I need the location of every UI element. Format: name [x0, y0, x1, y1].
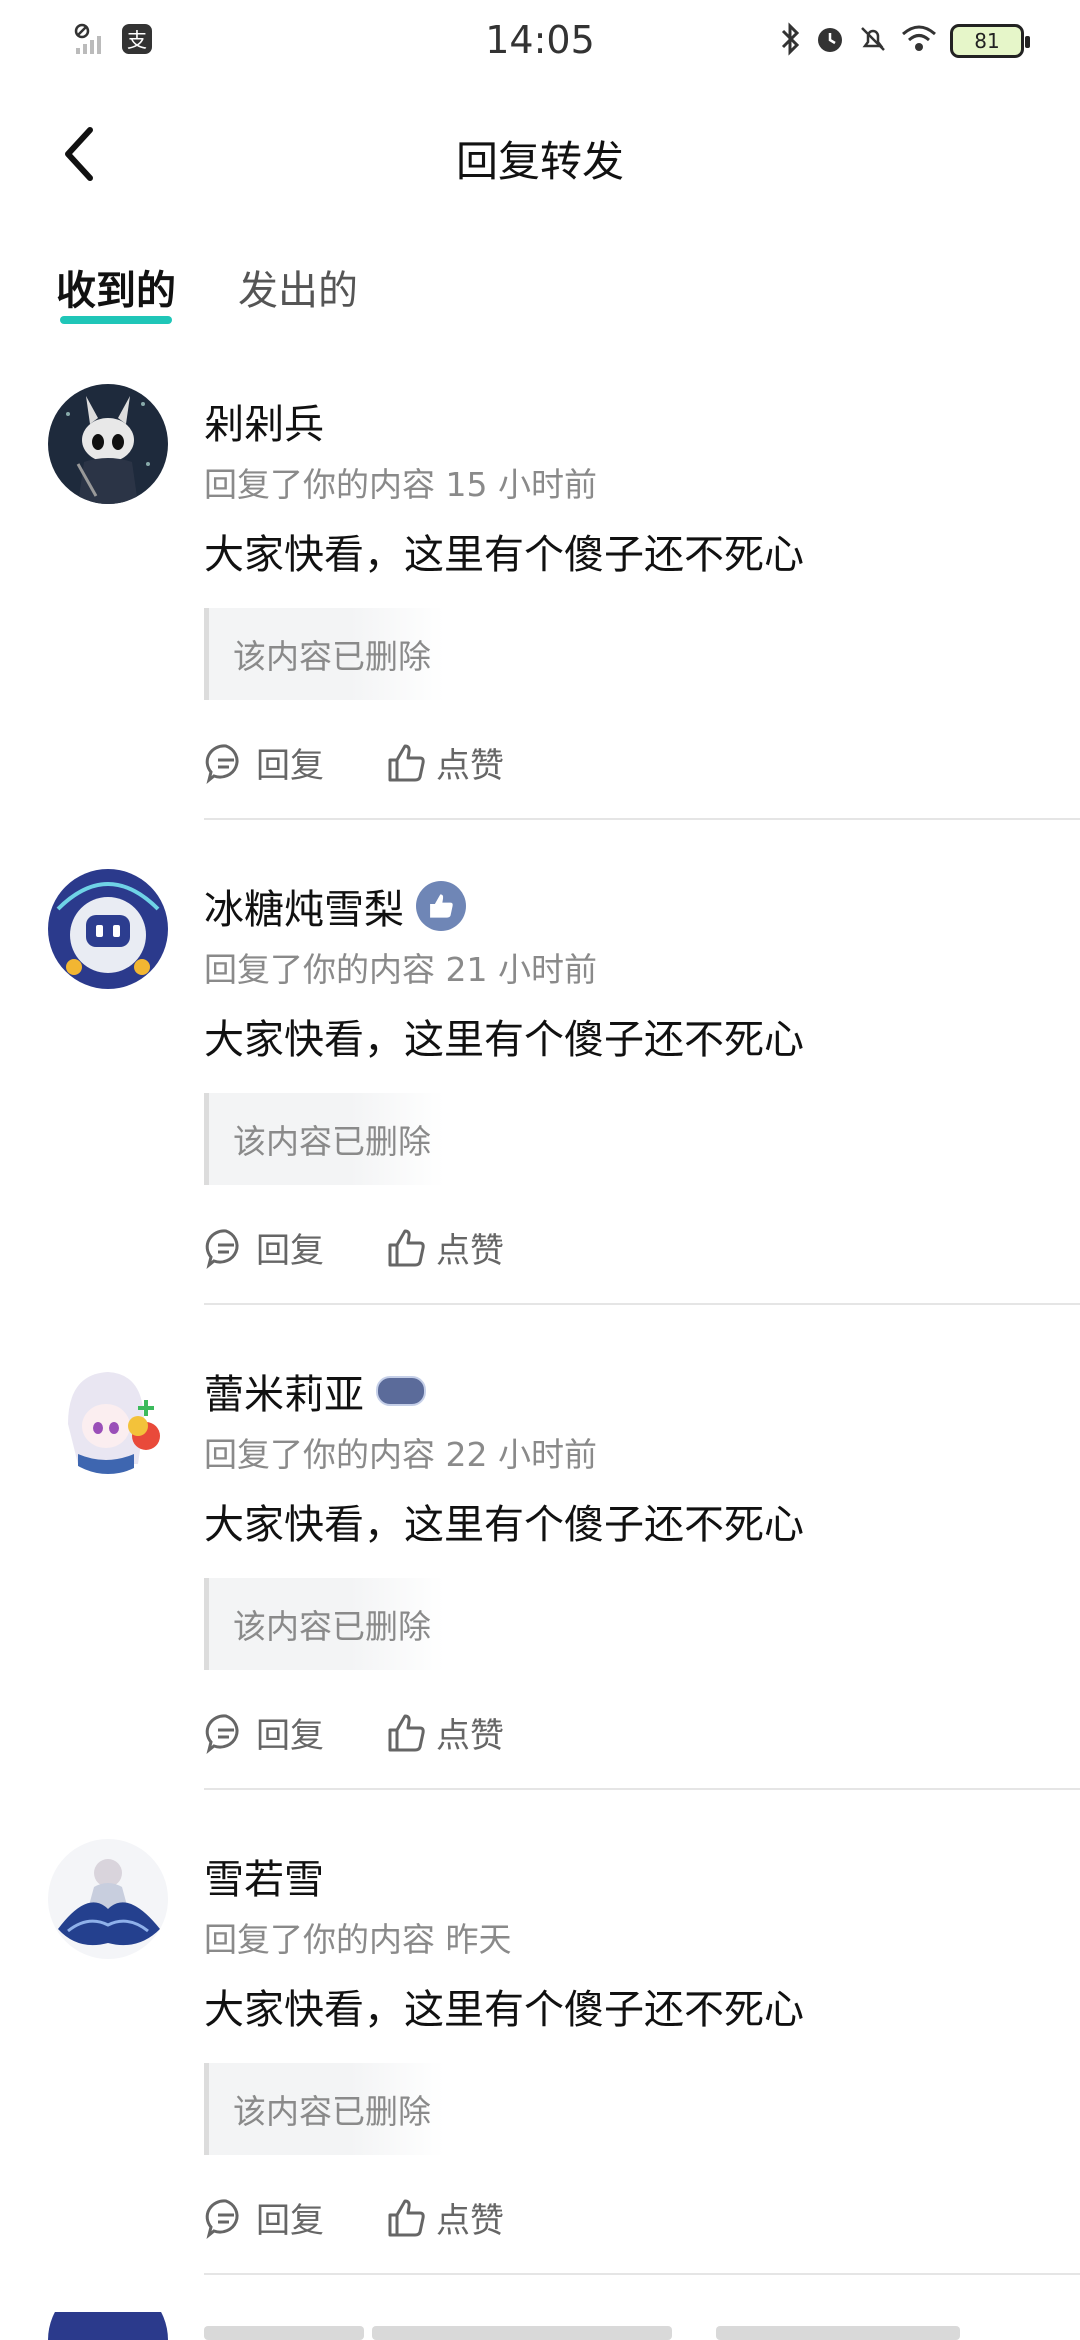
list-item[interactable]: 剁剁兵 回复了你的内容 15 小时前 大家快看，这里有个傻子还不死心 该内容已删…: [0, 372, 1080, 857]
reply-button[interactable]: 回复: [204, 2193, 324, 2242]
like-label: 点赞: [436, 2201, 504, 2241]
action-bar: 回复 点赞: [204, 738, 504, 787]
divider: [204, 2273, 1080, 2275]
quoted-content[interactable]: 该内容已删除: [204, 1578, 444, 1670]
reply-meta: 回复了你的内容 15 小时前: [204, 465, 597, 504]
tab-active-indicator: [60, 316, 172, 324]
tab-bar: 收到的 发出的: [56, 258, 358, 326]
divider: [204, 1303, 1080, 1305]
avatar[interactable]: [48, 869, 168, 989]
user-name[interactable]: 蕾米莉亚: [204, 1362, 364, 1420]
reply-text[interactable]: 大家快看，这里有个傻子还不死心: [204, 1007, 804, 1065]
tab-sent[interactable]: 发出的: [238, 258, 358, 326]
user-name[interactable]: 雪若雪: [204, 1847, 324, 1905]
list-item-partial[interactable]: [0, 2280, 1080, 2340]
list-item[interactable]: 蕾米莉亚 回复了你的内容 22 小时前 大家快看，这里有个傻子还不死心 该内容已…: [0, 1342, 1080, 1827]
comment-icon: [205, 743, 239, 784]
tab-received[interactable]: 收到的: [56, 258, 176, 326]
page-title: 回复转发: [455, 137, 624, 186]
like-button[interactable]: 点赞: [384, 1223, 504, 1272]
list-item[interactable]: 冰糖炖雪梨 回复了你的内容 21 小时前 大家快看，这里有个傻子还不死心 该内容…: [0, 857, 1080, 1342]
quoted-content[interactable]: 该内容已删除: [204, 2063, 444, 2155]
comment-icon: [205, 1228, 239, 1269]
divider: [204, 1788, 1080, 1790]
thumbs-up-icon: [388, 1229, 425, 1266]
name-row: 剁剁兵: [204, 392, 324, 450]
wifi-icon: [900, 22, 938, 60]
thumbs-up-icon: [388, 1714, 425, 1751]
name-row: 冰糖炖雪梨: [204, 877, 466, 935]
avatar[interactable]: [48, 384, 168, 504]
like-label: 点赞: [436, 1716, 504, 1756]
like-button[interactable]: 点赞: [384, 2193, 504, 2242]
tab-label: 收到的: [56, 268, 176, 314]
battery-level: 81: [974, 29, 1000, 53]
reply-label: 回复: [256, 746, 324, 786]
quoted-content[interactable]: 该内容已删除: [204, 1093, 444, 1185]
like-button[interactable]: 点赞: [384, 1708, 504, 1757]
reply-meta: 回复了你的内容 21 小时前: [204, 950, 597, 989]
thumbs-up-icon: [388, 744, 425, 781]
name-row: 蕾米莉亚: [204, 1362, 426, 1420]
divider: [204, 818, 1080, 820]
like-label: 点赞: [436, 746, 504, 786]
reply-meta: 回复了你的内容 昨天: [204, 1920, 512, 1959]
battery-icon: 81: [950, 24, 1030, 58]
reply-label: 回复: [256, 1716, 324, 1756]
avatar[interactable]: [48, 1839, 168, 1959]
alarm-icon: [814, 22, 846, 60]
action-bar: 回复 点赞: [204, 1708, 504, 1757]
reply-text[interactable]: 大家快看，这里有个傻子还不死心: [204, 1492, 804, 1550]
user-name[interactable]: 冰糖炖雪梨: [204, 877, 404, 935]
app-header: 回复转发: [0, 110, 1080, 200]
like-badge-icon: [416, 881, 466, 931]
reply-label: 回复: [256, 2201, 324, 2241]
tab-label: 发出的: [238, 268, 358, 314]
like-label: 点赞: [436, 1231, 504, 1271]
comment-icon: [205, 1713, 239, 1754]
quoted-content[interactable]: 该内容已删除: [204, 608, 444, 700]
like-button[interactable]: 点赞: [384, 738, 504, 787]
name-row: 雪若雪: [204, 1847, 324, 1905]
mute-icon: [858, 22, 888, 60]
reply-label: 回复: [256, 1231, 324, 1271]
list-item[interactable]: 雪若雪 回复了你的内容 昨天 大家快看，这里有个傻子还不死心 该内容已删除 回复…: [0, 1827, 1080, 2312]
reply-button[interactable]: 回复: [204, 738, 324, 787]
action-bar: 回复 点赞: [204, 1223, 504, 1272]
reply-list: 剁剁兵 回复了你的内容 15 小时前 大家快看，这里有个傻子还不死心 该内容已删…: [0, 372, 1080, 2312]
reply-button[interactable]: 回复: [204, 1223, 324, 1272]
action-bar: 回复 点赞: [204, 2193, 504, 2242]
reply-text[interactable]: 大家快看，这里有个傻子还不死心: [204, 522, 804, 580]
reply-button[interactable]: 回复: [204, 1708, 324, 1757]
status-right-icons: 81: [778, 22, 1030, 60]
reply-meta: 回复了你的内容 22 小时前: [204, 1435, 597, 1474]
user-name[interactable]: 剁剁兵: [204, 392, 324, 450]
thumbs-up-icon: [388, 2199, 425, 2236]
reply-text[interactable]: 大家快看，这里有个傻子还不死心: [204, 1977, 804, 2035]
avatar[interactable]: [48, 1354, 168, 1474]
status-bar: 支 14:05 81: [0, 0, 1080, 84]
level-badge-icon: [376, 1376, 426, 1406]
bluetooth-icon: [778, 22, 802, 60]
comment-icon: [205, 2198, 239, 2239]
